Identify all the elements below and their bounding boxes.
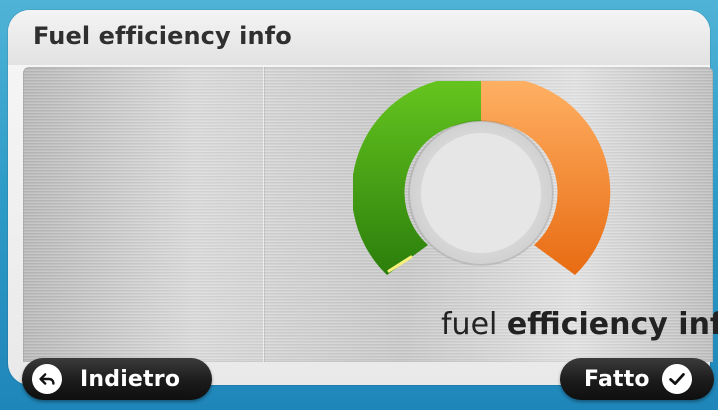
- fuel-efficiency-gauge: [353, 81, 611, 275]
- gauge-caption-fuel: fuel: [441, 307, 498, 342]
- gauge-caption-efficiency-info: efficiency info: [506, 307, 718, 342]
- left-pane: [23, 67, 264, 362]
- done-button-label: Fatto: [584, 366, 650, 392]
- gauge-caption: fuel efficiency info: [441, 307, 718, 342]
- page-title: Fuel efficiency info: [33, 22, 292, 50]
- bottom-bar: Indietro Fatto: [0, 356, 718, 410]
- back-button-label: Indietro: [80, 366, 181, 392]
- done-button[interactable]: Fatto: [560, 358, 714, 400]
- back-arrow-icon: [32, 364, 62, 394]
- content-area: fuel efficiency info: [23, 67, 718, 362]
- back-button[interactable]: Indietro: [22, 358, 212, 400]
- checkmark-icon: [661, 364, 692, 394]
- gauge-inner-hole: [421, 133, 541, 253]
